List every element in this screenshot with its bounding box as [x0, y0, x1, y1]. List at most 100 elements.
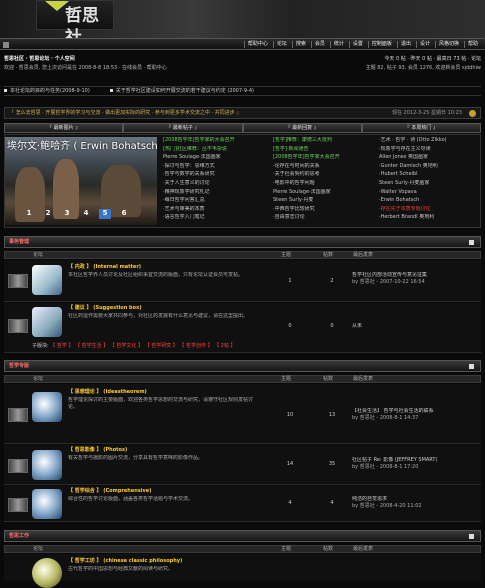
nav-item[interactable]: 帮助中心 — [243, 41, 271, 48]
list-item[interactable]: ·论存在与时间的关系 — [273, 163, 378, 172]
list-item[interactable]: ·艺术与审美的本质 — [163, 206, 268, 215]
nav-item[interactable]: 设计 — [415, 41, 433, 48]
section-header: 事务管理 — [4, 236, 481, 248]
site-logo[interactable]: 哲思社 — [36, 0, 114, 48]
tab-latest-replies[interactable]: 『 最新回复 』 — [242, 123, 362, 133]
list-item[interactable]: [2008哲学年]哲学家的大会召开 — [163, 137, 268, 146]
slider-page-button[interactable]: 2 — [42, 209, 54, 219]
nav-item[interactable]: 统计 — [329, 41, 347, 48]
list-item[interactable]: ·电影中的哲学问题 — [273, 180, 378, 189]
subforum-link[interactable]: 【 哲学生活 】 — [75, 343, 108, 349]
list-item[interactable]: [哲学]·新闻通告 — [273, 146, 378, 155]
classic-philosophy-icon — [32, 558, 62, 588]
ideas-icon — [32, 392, 62, 422]
forum-status-icon — [8, 459, 28, 473]
list-item[interactable]: ·哲学与数学的关系研究 — [163, 171, 268, 180]
subforum-link[interactable]: 【 哲学 】 — [50, 343, 73, 349]
list-item[interactable]: Pierre Soulage·法国画家 — [163, 154, 268, 163]
list-item[interactable]: ·关于社会契约的思考 — [273, 171, 378, 180]
forum-name[interactable]: 【 哲学工坊 】 (chinese classic philosophy) — [68, 558, 182, 565]
list-item[interactable]: ·艺术 · 哲学 · 诗 (Otto Zikko) — [379, 137, 484, 146]
forum-row[interactable]: 【 哲学综合 】 (Comprehensive) 综合性的哲学讨论版面，涵盖各类… — [4, 486, 481, 522]
slider-page-button[interactable]: 3 — [61, 209, 73, 219]
comprehensive-icon — [32, 489, 62, 519]
ticker-item[interactable]: 关于哲学社区建设如何开展交流的若干建议与约定 (2007-9-4) — [109, 88, 254, 95]
last-post-meta: by 哲思社 - 2008-8-1 17:20 — [352, 463, 419, 470]
forum-row[interactable]: 【 思想理论 】 (Ideastheorem) 哲学理论探讨的主要版面，欢迎各类… — [4, 384, 481, 444]
forum-description: 哲学理论探讨的主要版面，欢迎各类哲学思想的交流与研究，请遵守社区规则发帖讨论。 — [68, 397, 254, 410]
col-topics: 主题 — [281, 546, 292, 552]
latest-replies-list: [哲学]推荐：康德三大批判 [哲学]·新闻通告 [2008哲学年]哲学家大会召开 ·论… — [273, 137, 378, 225]
slider-page-button[interactable]: 6 — [118, 209, 130, 219]
list-item[interactable]: Steen Surly·丹麦画家 — [379, 180, 484, 189]
list-item[interactable]: ·现象学与存在主义导读 — [379, 146, 484, 155]
list-item[interactable]: ·存在先于本质专题讨论 — [379, 206, 484, 215]
slider-pagination: 123456 — [23, 209, 130, 219]
top-navigation: 帮助中心 论坛 搜索 会员 统计 设置 控制面板 退出 设计 风格切换 帮助 — [0, 38, 485, 50]
forum-name[interactable]: 【 建议 】 (Suggestion box) — [68, 305, 142, 312]
list-item[interactable]: ·Hubert Scheibl — [379, 171, 484, 180]
subforum-link[interactable]: 【 哲学文化 】 — [110, 343, 143, 349]
col-topics: 主题 — [281, 252, 292, 258]
forum-name[interactable]: 【 哲学综合 】 (Comprehensive) — [68, 488, 151, 495]
list-item[interactable]: Allen Jones 英国画家 — [379, 154, 484, 163]
forum-row[interactable]: 【 建议 】 (Suggestion box) 社区的运作需要大家共同参与，对社… — [4, 303, 481, 353]
user-info-bar: 哲思社区 · 哲思论坛 · 个人空间 欢迎 · 哲思会员, 您上次访问是在 20… — [4, 56, 481, 82]
list-item[interactable]: ·Gunter Damisch 奥地利 — [379, 163, 484, 172]
nav-items: 帮助中心 论坛 搜索 会员 统计 设置 控制面板 退出 设计 风格切换 帮助 — [243, 41, 481, 48]
forum-name[interactable]: 【 思想理论 】 (Ideastheorem) — [68, 389, 147, 396]
list-item[interactable]: Steen Surly·丹麦 — [273, 197, 378, 206]
list-item[interactable]: ·每日哲学问答汇总 — [163, 197, 268, 206]
list-item[interactable]: ·精神现象学研究札记 — [163, 189, 268, 198]
list-item[interactable]: ·Herbert Brandl 奥地利 — [379, 214, 484, 223]
collapse-icon[interactable] — [469, 240, 474, 245]
forum-name[interactable]: 【 哲思影像 】 (Photos) — [68, 447, 127, 454]
forum-description: 社区的运作需要大家共同参与，对社区的发展有什么意见与建议，请在这里提出。 — [68, 313, 249, 319]
subforum-link[interactable]: 【 哲学创作 】 — [179, 343, 212, 349]
forum-status-icon — [8, 498, 28, 512]
forum-row[interactable]: 【 内政 】 (Internal matter) 本社区哲学界人员讨论及社区组织… — [4, 260, 481, 302]
nav-item[interactable]: 控制面板 — [367, 41, 395, 48]
tab-latest-images[interactable]: 『 最新图片 』 — [4, 123, 124, 133]
nav-item[interactable]: 风格切换 — [434, 41, 462, 48]
tab-latest-posts[interactable]: 『 最新帖子 』 — [123, 123, 243, 133]
nav-item[interactable]: 帮助 — [463, 41, 481, 48]
post-count: 35 — [328, 461, 336, 467]
col-posts: 帖数 — [323, 252, 334, 258]
collapse-icon[interactable] — [469, 364, 474, 369]
nav-item[interactable]: 搜索 — [291, 41, 309, 48]
forum-row[interactable]: 【 哲学工坊 】 (chinese classic philosophy) 古代… — [4, 554, 481, 588]
subforum-link[interactable]: 【 哲学研究 】 — [145, 343, 178, 349]
weekly-hot-list: ·艺术 · 哲学 · 诗 (Otto Zikko) ·现象学与存在主义导读 Alle… — [379, 137, 484, 225]
table-header: 论坛 主题 帖数 最后发表 — [4, 251, 481, 259]
last-post: 【社会生活】 哲学与社会生活的联系 by 哲思社 - 2008-8-1 14:3… — [352, 408, 478, 421]
forum-row[interactable]: 【 哲思影像 】 (Photos) 有关哲学与摄影的图片交流，分享具有哲学意味的… — [4, 445, 481, 485]
list-item[interactable]: ·Erwin Bohatsch — [379, 197, 484, 206]
list-item[interactable]: ·中西哲学比较研究 — [273, 206, 378, 215]
image-slider[interactable]: 埃尔文·鲍哈齐 ( Erwin Bohatsch ) 123456 — [5, 137, 157, 225]
list-item[interactable]: [哲学]推荐：康德三大批判 — [273, 137, 378, 146]
nav-item[interactable]: 退出 — [396, 41, 414, 48]
list-item[interactable]: ·语言哲学入门笔记 — [163, 214, 268, 223]
slider-page-button[interactable]: 4 — [80, 209, 92, 219]
nav-item[interactable]: 设置 — [348, 41, 366, 48]
list-item[interactable]: Pierre Soulage·法国画家 — [273, 189, 378, 198]
last-post: 社区帖子 Re: 影像 (JEFFREY SMART) by 哲思社 - 200… — [352, 457, 478, 470]
notice-icon[interactable] — [469, 110, 476, 117]
list-item[interactable]: ·自由意志讨论 — [273, 214, 378, 223]
slider-page-button[interactable]: 1 — [23, 209, 35, 219]
featured-panel: 埃尔文·鲍哈齐 ( Erwin Bohatsch ) 123456 [2008哲… — [4, 134, 481, 228]
list-item[interactable]: [热门]社区推荐：吕不韦杂说 — [163, 146, 268, 155]
list-item[interactable]: [2008哲学年]哲学家大会召开 — [273, 154, 378, 163]
notice-text: 『 怎么去哲思 · 开展哲学界的学习与交流 · 做出更加实际的研究 · 参与到更… — [9, 110, 242, 116]
list-item[interactable]: ·Walter Vopava — [379, 189, 484, 198]
slider-page-button[interactable]: 5 — [99, 209, 111, 219]
collapse-icon[interactable] — [469, 534, 474, 539]
nav-item[interactable]: 论坛 — [272, 41, 290, 48]
tab-weekly-hot[interactable]: 『 本周热门 』 — [361, 123, 481, 133]
forum-name[interactable]: 【 内政 】 (Internal matter) — [68, 264, 141, 271]
ticker-item[interactable]: 本社论坛的目的与任务(2008-9-10) — [4, 88, 90, 95]
list-item[interactable]: ·探讨与哲学：思维方式 — [163, 163, 268, 172]
list-item[interactable]: ·关于人生意义的讨论 — [163, 180, 268, 189]
nav-item[interactable]: 会员 — [310, 41, 328, 48]
